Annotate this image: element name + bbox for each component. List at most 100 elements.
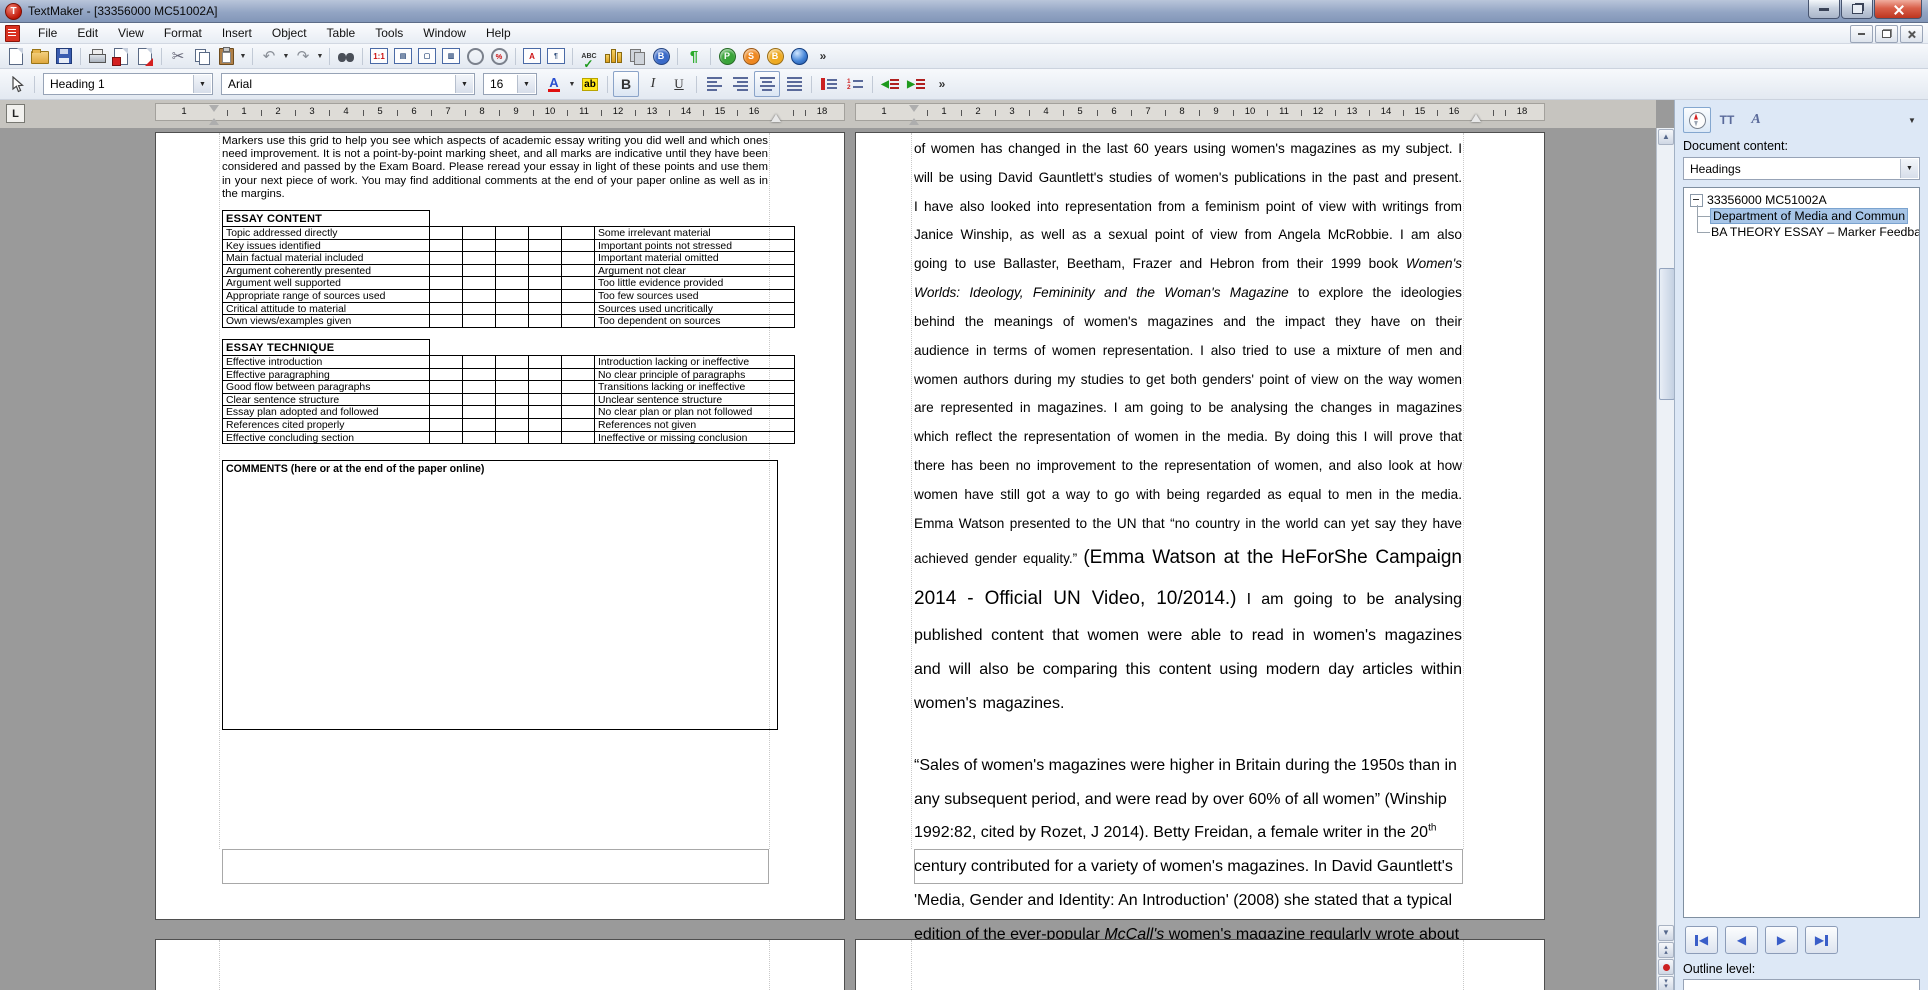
- check-cell[interactable]: [429, 264, 463, 278]
- check-cell[interactable]: [495, 251, 529, 265]
- check-cell[interactable]: [561, 314, 595, 328]
- check-cell[interactable]: [528, 302, 562, 316]
- minimize-button[interactable]: [1808, 0, 1840, 19]
- check-cell[interactable]: [495, 264, 529, 278]
- insert-chart-button[interactable]: [602, 46, 624, 66]
- outline-level-select[interactable]: [1683, 979, 1920, 990]
- check-cell[interactable]: [528, 393, 562, 407]
- bold-button[interactable]: B: [613, 71, 639, 97]
- check-cell[interactable]: [561, 239, 595, 253]
- mdi-restore-button[interactable]: [1875, 25, 1898, 43]
- planmaker-button[interactable]: P: [716, 46, 738, 66]
- check-cell[interactable]: [528, 431, 562, 445]
- zoom-original-button[interactable]: 1:1: [368, 46, 390, 66]
- previous-heading-button[interactable]: ◀: [1725, 926, 1758, 954]
- check-cell[interactable]: [561, 289, 595, 303]
- paragraph-dialog-button[interactable]: ¶: [545, 46, 567, 66]
- check-cell[interactable]: [561, 393, 595, 407]
- paste-dropdown-icon[interactable]: ▼: [238, 53, 248, 60]
- mdi-minimize-button[interactable]: [1850, 25, 1873, 43]
- numbered-list-button[interactable]: 12: [843, 72, 867, 96]
- more-buttons-button[interactable]: »: [812, 46, 834, 66]
- character-styles-icon[interactable]: A: [1743, 108, 1769, 132]
- check-cell[interactable]: [462, 314, 496, 328]
- fields-icon[interactable]: TT: [1714, 108, 1740, 132]
- navigation-compass-icon[interactable]: [1683, 107, 1711, 133]
- check-cell[interactable]: [429, 368, 463, 382]
- font-color-button[interactable]: A: [542, 72, 566, 96]
- check-cell[interactable]: [429, 239, 463, 253]
- check-cell[interactable]: [561, 418, 595, 432]
- check-cell[interactable]: [561, 251, 595, 265]
- check-cell[interactable]: [528, 276, 562, 290]
- check-cell[interactable]: [495, 418, 529, 432]
- menu-tools[interactable]: Tools: [365, 24, 413, 42]
- check-cell[interactable]: [495, 405, 529, 419]
- indent-marker[interactable]: [209, 105, 219, 117]
- new-document-button[interactable]: [5, 46, 27, 66]
- previous-page-button[interactable]: ▴▴: [1658, 942, 1674, 958]
- check-cell[interactable]: [561, 302, 595, 316]
- tree-item-heading-2[interactable]: BA THEORY ESSAY – Marker Feedba: [1711, 224, 1919, 240]
- paragraph-style-combo[interactable]: Heading 1▼: [43, 73, 213, 95]
- chevron-down-icon[interactable]: ▼: [1900, 159, 1918, 178]
- scroll-down-button[interactable]: ▼: [1658, 925, 1674, 941]
- undo-button[interactable]: ↶: [258, 46, 280, 66]
- basicmaker-scripts-button[interactable]: B: [764, 46, 786, 66]
- tree-item-root[interactable]: 33356000 MC51002A: [1690, 192, 1919, 208]
- content-view-select[interactable]: Headings ▼: [1683, 157, 1920, 180]
- check-cell[interactable]: [429, 276, 463, 290]
- page-next-left[interactable]: [155, 939, 845, 990]
- paste-button[interactable]: [215, 46, 237, 66]
- check-cell[interactable]: [528, 418, 562, 432]
- check-cell[interactable]: [495, 276, 529, 290]
- check-cell[interactable]: [528, 264, 562, 278]
- full-page-view-button[interactable]: ▢: [416, 46, 438, 66]
- check-cell[interactable]: [462, 368, 496, 382]
- check-cell[interactable]: [429, 393, 463, 407]
- vertical-scrollbar[interactable]: ▲ ▼ ▴▴ ▾▾: [1656, 128, 1674, 990]
- check-cell[interactable]: [429, 418, 463, 432]
- check-cell[interactable]: [495, 355, 529, 369]
- chevron-down-icon[interactable]: ▼: [517, 75, 535, 93]
- highlight-button[interactable]: ab: [578, 72, 602, 96]
- check-cell[interactable]: [429, 314, 463, 328]
- check-cell[interactable]: [561, 355, 595, 369]
- check-cell[interactable]: [429, 302, 463, 316]
- check-cell[interactable]: [429, 380, 463, 394]
- print-button[interactable]: [86, 46, 108, 66]
- undo-dropdown-icon[interactable]: ▼: [281, 53, 291, 60]
- right-indent-marker[interactable]: [1471, 109, 1481, 122]
- menu-view[interactable]: View: [108, 24, 154, 42]
- menu-help[interactable]: Help: [476, 24, 521, 42]
- magnifier-button[interactable]: [464, 46, 486, 66]
- check-cell[interactable]: [462, 226, 496, 240]
- page-next-right[interactable]: [855, 939, 1545, 990]
- footer-frame-right[interactable]: [914, 849, 1463, 884]
- copy-button[interactable]: [191, 46, 213, 66]
- menu-format[interactable]: Format: [154, 24, 212, 42]
- check-cell[interactable]: [495, 226, 529, 240]
- check-cell[interactable]: [495, 393, 529, 407]
- redo-button[interactable]: ↷: [292, 46, 314, 66]
- page-left[interactable]: Markers use this grid to help you see wh…: [155, 132, 845, 920]
- check-cell[interactable]: [462, 431, 496, 445]
- next-page-button[interactable]: ▾▾: [1658, 976, 1674, 990]
- close-button[interactable]: [1874, 0, 1922, 19]
- check-cell[interactable]: [429, 355, 463, 369]
- check-cell[interactable]: [462, 355, 496, 369]
- document-icon[interactable]: [5, 25, 20, 42]
- bullet-list-button[interactable]: [817, 72, 841, 96]
- check-cell[interactable]: [462, 251, 496, 265]
- check-cell[interactable]: [462, 239, 496, 253]
- check-cell[interactable]: [429, 251, 463, 265]
- find-button[interactable]: [335, 46, 357, 66]
- check-cell[interactable]: [561, 368, 595, 382]
- mdi-close-button[interactable]: [1900, 25, 1923, 43]
- check-cell[interactable]: [561, 226, 595, 240]
- tab-selector[interactable]: L: [6, 104, 25, 123]
- align-justify-button[interactable]: [782, 72, 806, 96]
- essay-technique-table[interactable]: ESSAY TECHNIQUEEffective introductionInt…: [222, 339, 795, 444]
- panel-menu-dropdown-icon[interactable]: ▼: [1904, 116, 1920, 125]
- open-document-button[interactable]: [29, 46, 51, 66]
